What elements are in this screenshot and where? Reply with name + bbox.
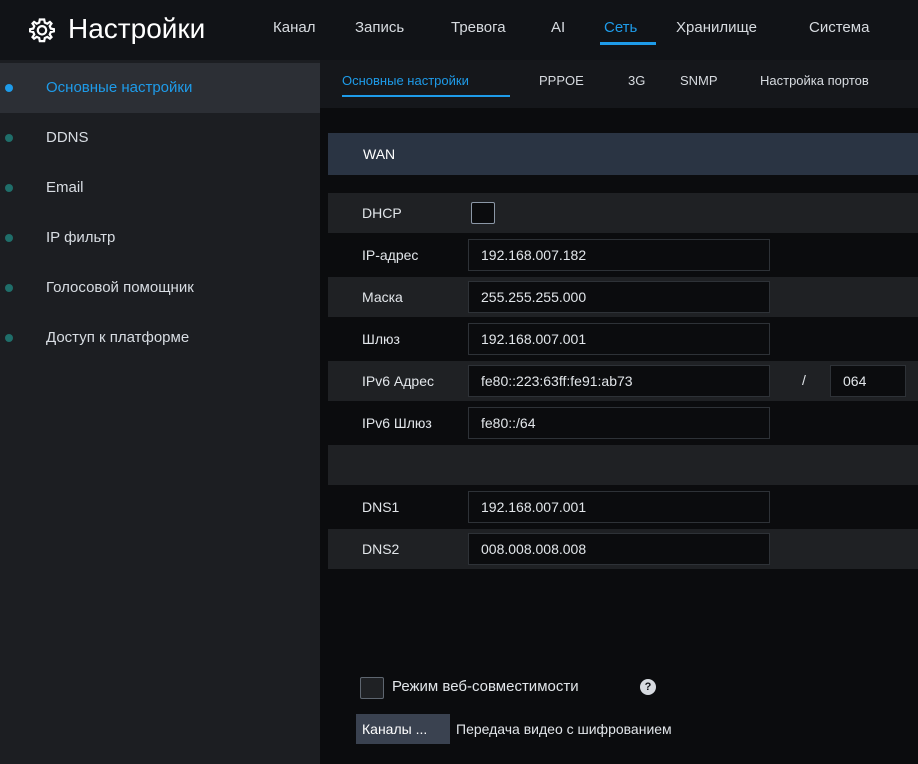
- subtab-3g[interactable]: 3G: [628, 72, 645, 90]
- tab-network[interactable]: Сеть: [604, 18, 637, 38]
- bullet-dot-icon: [5, 234, 13, 242]
- ipv6-address-field[interactable]: [468, 365, 770, 397]
- top-header: Настройки Канал Запись Тревога AI Сеть Х…: [0, 0, 918, 60]
- ip-row: IP-адрес: [328, 235, 918, 275]
- active-subtab-indicator: [342, 95, 510, 97]
- active-tab-indicator: [600, 42, 656, 45]
- dns2-row: DNS2: [328, 529, 918, 569]
- subtab-basic-settings[interactable]: Основные настройки: [342, 72, 469, 90]
- ip-label: IP-адрес: [362, 247, 419, 263]
- web-compat-checkbox[interactable]: [360, 677, 384, 699]
- tab-ai[interactable]: AI: [551, 18, 565, 38]
- gateway-row: Шлюз: [328, 319, 918, 359]
- tab-storage[interactable]: Хранилище: [676, 18, 757, 38]
- subtab-port-settings[interactable]: Настройка портов: [760, 72, 869, 90]
- wan-section-header: WAN: [328, 133, 918, 175]
- sidebar-item-label: IP фильтр: [46, 229, 116, 246]
- dhcp-label: DHCP: [362, 205, 402, 221]
- ipv6-address-row: IPv6 Адрес /: [328, 361, 918, 401]
- sidebar-item-ddns[interactable]: DDNS: [0, 113, 320, 163]
- sidebar-item-basic-settings[interactable]: Основные настройки: [0, 63, 320, 113]
- encrypted-video-label: Передача видео с шифрованием: [456, 721, 672, 737]
- ipv6-prefix-separator: /: [802, 372, 806, 388]
- sidebar-item-label: Доступ к платформе: [46, 329, 190, 346]
- bullet-dot-icon: [5, 84, 13, 92]
- ipv6-gateway-row: IPv6 Шлюз: [328, 403, 918, 443]
- dhcp-checkbox[interactable]: [471, 202, 495, 224]
- sidebar-item-voice-assistant[interactable]: Голосовой помощник: [0, 263, 320, 313]
- tab-system[interactable]: Система: [809, 18, 869, 38]
- sidebar-item-platform-access[interactable]: Доступ к платформе: [0, 313, 320, 363]
- channels-button[interactable]: Каналы ...: [356, 714, 450, 744]
- sidebar-item-ip-filter[interactable]: IP фильтр: [0, 213, 320, 263]
- mask-label: Маска: [362, 289, 403, 305]
- sub-tabs: Основные настройки PPPOE 3G SNMP Настрой…: [320, 60, 918, 108]
- bullet-dot-icon: [5, 134, 13, 142]
- subnet-mask-field[interactable]: [468, 281, 770, 313]
- dns1-row: DNS1: [328, 487, 918, 527]
- gateway-field[interactable]: [468, 323, 770, 355]
- subtab-snmp[interactable]: SNMP: [680, 72, 718, 90]
- page-title: Настройки: [68, 13, 206, 44]
- gateway-label: Шлюз: [362, 331, 400, 347]
- main-content: Основные настройки PPPOE 3G SNMP Настрой…: [320, 60, 918, 764]
- sidebar-item-email[interactable]: Email: [0, 163, 320, 213]
- subtab-pppoe[interactable]: PPPOE: [539, 72, 584, 90]
- web-compat-label: Режим веб-совместимости: [392, 678, 579, 695]
- blank-row: [328, 445, 918, 485]
- ipv6-address-label: IPv6 Адрес: [362, 373, 434, 389]
- tab-alarm[interactable]: Тревога: [451, 18, 506, 38]
- settings-window: Настройки Канал Запись Тревога AI Сеть Х…: [0, 0, 918, 764]
- bullet-dot-icon: [5, 184, 13, 192]
- dns1-label: DNS1: [362, 499, 400, 515]
- ip-address-field[interactable]: [468, 239, 770, 271]
- ipv6-prefix-field[interactable]: [830, 365, 906, 397]
- ipv6-gateway-label: IPv6 Шлюз: [362, 415, 432, 431]
- tab-channel[interactable]: Канал: [273, 18, 315, 38]
- sidebar-item-label: Основные настройки: [46, 79, 193, 96]
- help-icon[interactable]: ?: [640, 679, 656, 695]
- tab-record[interactable]: Запись: [355, 18, 404, 38]
- sidebar-item-label: Email: [46, 179, 84, 196]
- bullet-dot-icon: [5, 284, 13, 292]
- mask-row: Маска: [328, 277, 918, 317]
- dns2-label: DNS2: [362, 541, 400, 557]
- wan-section-label: WAN: [363, 146, 396, 162]
- gear-icon[interactable]: [29, 17, 55, 43]
- bullet-dot-icon: [5, 334, 13, 342]
- dns1-field[interactable]: [468, 491, 770, 523]
- sidebar-item-label: Голосовой помощник: [46, 279, 194, 296]
- ipv6-gateway-field[interactable]: [468, 407, 770, 439]
- dhcp-row: DHCP: [328, 193, 918, 233]
- sidebar-item-label: DDNS: [46, 129, 89, 146]
- sidebar: Основные настройки DDNS Email IP фильтр …: [0, 60, 320, 764]
- dns2-field[interactable]: [468, 533, 770, 565]
